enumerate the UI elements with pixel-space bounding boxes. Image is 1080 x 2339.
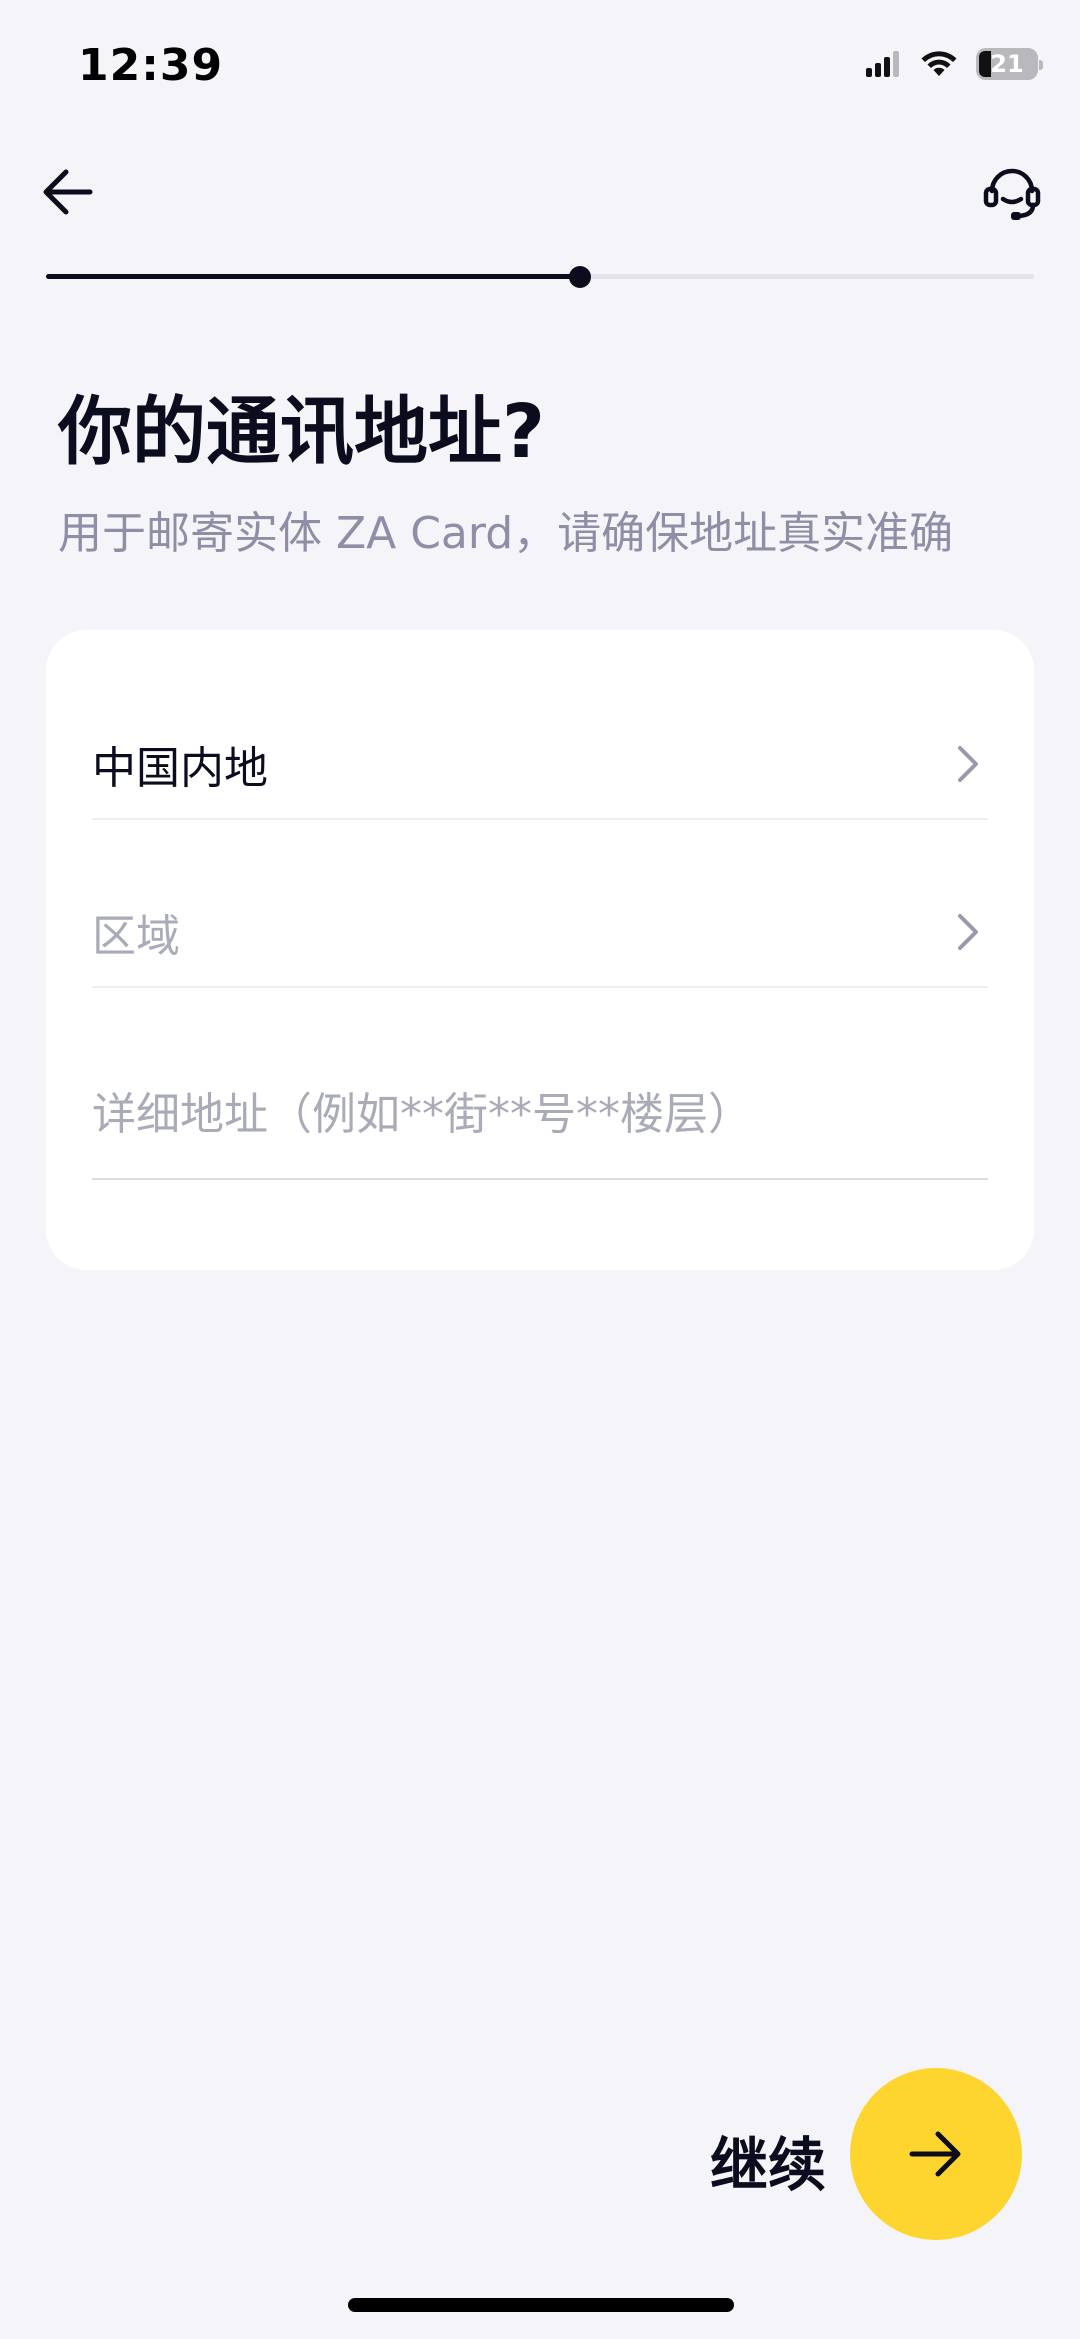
area-select[interactable]: 区域 [92,878,988,988]
screen: 12:39 21 你的通讯地址? 用于邮寄实体 ZA Card，请确保地址真实准… [0,0,1080,2339]
chevron-right-icon [948,744,988,784]
detailed-address-row [92,1050,988,1180]
chevron-right-icon [948,912,988,952]
progress-bar [46,266,1034,288]
detailed-address-input[interactable] [92,1088,988,1140]
status-icons: 21 [866,48,1043,80]
progress-indicator [568,266,591,288]
battery-tip [1039,60,1043,70]
area-placeholder: 区域 [92,911,180,962]
signal-icon [866,51,899,77]
battery-level: 21 [990,50,1024,78]
wifi-icon [921,51,957,76]
arrow-left-icon [43,169,93,215]
page-title: 你的通讯地址? [58,389,545,475]
country-region-select[interactable]: 中国内地 [92,710,988,820]
headset-icon [983,168,1041,220]
battery-fill [979,51,991,77]
continue-button[interactable] [850,2068,1022,2240]
status-time: 12:39 [78,40,224,91]
arrow-right-icon [909,2131,961,2177]
country-region-value: 中国内地 [92,743,268,794]
back-button[interactable] [36,160,100,224]
page-subtitle: 用于邮寄实体 ZA Card，请确保地址真实准确 [58,508,954,559]
address-form-card: 中国内地 区域 [46,630,1034,1270]
customer-support-button[interactable] [978,158,1046,226]
continue-label[interactable]: 继续 [710,2118,826,2202]
battery-icon: 21 [976,48,1043,80]
home-indicator [348,2298,734,2312]
progress-fill [46,274,580,279]
